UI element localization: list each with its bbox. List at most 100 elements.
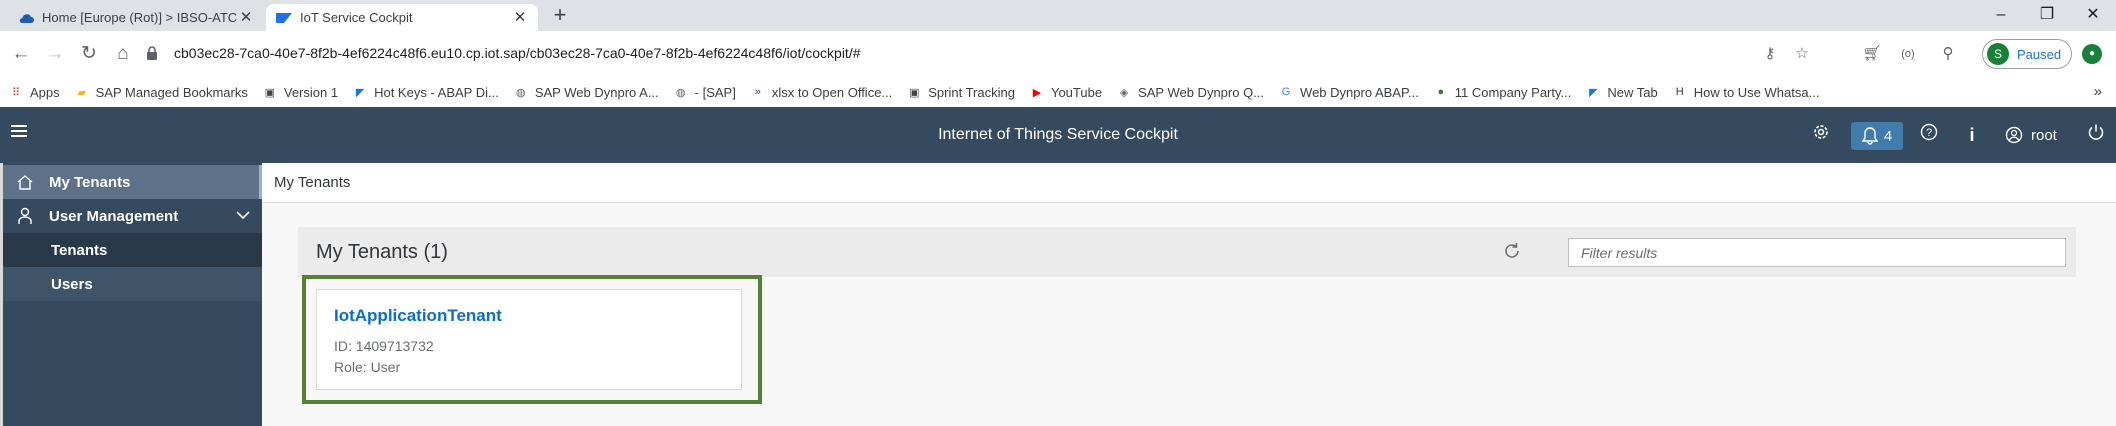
bookmark-item[interactable]: G Web Dynpro ABAP... (1278, 84, 1419, 100)
more-bookmarks-button[interactable]: » (2094, 77, 2102, 107)
profile-status: Paused (2017, 46, 2062, 62)
slide-icon: ▣ (264, 86, 276, 99)
sap-icon: ◤ (355, 86, 365, 99)
profile-button[interactable]: S Paused (1982, 39, 2072, 69)
sidebar-item-users[interactable]: Users (3, 267, 262, 301)
sidebar-item-tenants[interactable]: Tenants (3, 233, 262, 267)
svg-text:?: ? (1926, 127, 1932, 139)
bell-icon (1861, 127, 1878, 145)
bookmark-item[interactable]: ● 11 Company Party... (1433, 84, 1572, 100)
bookmark-label: SAP Managed Bookmarks (95, 84, 248, 100)
folder-icon: ▰ (77, 86, 86, 99)
star-icon[interactable]: ☆ (1790, 41, 1814, 67)
badge-icon: ● (1437, 86, 1445, 98)
extension-icon[interactable]: (o) (1896, 41, 1920, 67)
tenant-name-link[interactable]: IotApplicationTenant (334, 306, 502, 326)
page-title: My Tenants (1) (316, 241, 448, 263)
bookmark-item[interactable]: ▣ Sprint Tracking (906, 84, 1015, 100)
home-icon (15, 174, 35, 190)
help-icon[interactable]: ? (1917, 123, 1941, 147)
refresh-icon[interactable] (1502, 241, 1524, 263)
hamburger-menu-icon[interactable] (10, 121, 34, 145)
bookmark-item[interactable]: ⠿ Apps (8, 84, 60, 100)
info-icon[interactable]: i (1962, 123, 1982, 147)
browser-tab-strip: Home [Europe (Rot)] > IBSO-ATC ✕ IoT Ser… (0, 0, 2116, 31)
breadcrumb-bar: My Tenants (262, 163, 2116, 203)
window-close-icon[interactable]: ✕ (2070, 2, 2116, 28)
bookmark-item[interactable]: ◍ SAP Web Dynpro A... (513, 84, 659, 100)
avatar: S (1987, 43, 2009, 65)
bookmark-item[interactable]: H How to Use Whatsa... (1672, 84, 1820, 100)
sap-icon (276, 10, 292, 26)
app-title: Internet of Things Service Cockpit (938, 126, 1178, 143)
bookmarks-bar: ⠿ Apps ▰ SAP Managed Bookmarks ▣ Version 1 ◤ Ho… (0, 77, 2116, 107)
bookmark-label: New Tab (1607, 84, 1658, 100)
bookmark-item[interactable]: » xlsx to Open Office... (750, 84, 892, 100)
bookmark-item[interactable]: ◈ SAP Web Dynpro Q... (1116, 84, 1264, 100)
cloud-icon (18, 10, 34, 26)
apps-grid-icon: ⠿ (11, 86, 21, 99)
user-name: root (2031, 126, 2057, 144)
home-page-icon[interactable]: ⌂ (110, 41, 136, 67)
new-tab-button[interactable]: + (548, 4, 572, 28)
tenants-panel-header: My Tenants (1) (298, 227, 2076, 277)
notifications-button[interactable]: 4 (1851, 122, 1903, 150)
diamond-icon: ◈ (1119, 86, 1129, 99)
bookmark-label: - [SAP] (694, 84, 736, 100)
close-icon[interactable]: ✕ (238, 9, 254, 26)
bookmark-item[interactable]: ◍ - [SAP] (673, 84, 736, 100)
power-icon[interactable] (2085, 123, 2107, 147)
notification-count: 4 (1883, 127, 1893, 145)
browser-tab-iot-cockpit[interactable]: IoT Service Cockpit ✕ (266, 4, 538, 31)
sidebar-item-label: User Management (49, 207, 179, 225)
person-icon (15, 207, 35, 225)
url-text: cb03ec28-7ca0-40e7-8f2b-4ef6224c48f6.eu1… (174, 45, 861, 61)
shell-bar: Internet of Things Service Cockpit 4 ? i… (0, 107, 2116, 163)
browser-tab-title: Home [Europe (Rot)] > IBSO-ATC (42, 10, 238, 25)
bookmark-label: How to Use Whatsa... (1693, 84, 1820, 100)
back-arrow-icon[interactable]: ← (8, 41, 34, 67)
bookmark-label: YouTube (1050, 84, 1103, 100)
browser-tab-title: IoT Service Cockpit (300, 10, 413, 25)
youtube-icon: ▶ (1032, 86, 1042, 99)
sidebar-item-user-management[interactable]: User Management (3, 199, 262, 233)
slide-icon: ▣ (909, 86, 920, 99)
forward-arrow-icon[interactable]: → (42, 41, 68, 67)
browser-tab-home[interactable]: Home [Europe (Rot)] > IBSO-ATC ✕ (8, 4, 264, 31)
bookmark-item[interactable]: ◤ Hot Keys - ABAP Di... (352, 84, 499, 100)
sidebar-item-label: My Tenants (49, 173, 131, 191)
pin-icon[interactable]: ⚲ (1936, 41, 1960, 67)
google-icon: G (1281, 86, 1291, 98)
user-menu[interactable]: root (2005, 123, 2057, 147)
bookmark-label: 11 Company Party... (1454, 84, 1572, 100)
tenant-role: Role: User (334, 359, 401, 375)
close-icon[interactable]: ✕ (512, 9, 528, 26)
bookmark-label: Sprint Tracking (928, 84, 1015, 100)
minimize-icon[interactable]: – (1978, 2, 2024, 28)
bookmark-item[interactable]: ▣ Version 1 (262, 84, 338, 100)
cart-icon[interactable]: 🛒︎ (1860, 41, 1884, 67)
htc-icon: H (1675, 86, 1684, 98)
browser-toolbar: ← → ↻ ⌂ cb03ec28-7ca0-40e7-8f2b-4ef6224c… (0, 31, 2116, 77)
bookmark-label: Hot Keys - ABAP Di... (374, 84, 499, 100)
user-avatar-icon (2005, 126, 2023, 144)
lock-icon (146, 46, 164, 60)
sidebar-item-label: Tenants (51, 241, 108, 259)
main-content: My Tenants My Tenants (1) IotApplication… (262, 163, 2116, 426)
bookmark-item[interactable]: ◤ New Tab (1585, 84, 1658, 100)
settings-gear-icon[interactable] (1809, 123, 1833, 147)
bookmark-label: xlsx to Open Office... (771, 84, 893, 100)
restore-icon[interactable]: ❐ (2024, 2, 2070, 28)
bookmark-label: SAP Web Dynpro Q... (1138, 84, 1265, 100)
tenant-tile[interactable]: IotApplicationTenant ID: 1409713732 Role… (316, 289, 742, 390)
reload-icon[interactable]: ↻ (76, 41, 102, 67)
filter-input[interactable] (1568, 238, 2066, 267)
key-icon[interactable]: ⚷ (1758, 41, 1782, 67)
bookmark-label: SAP Web Dynpro A... (534, 84, 659, 100)
address-bar[interactable]: cb03ec28-7ca0-40e7-8f2b-4ef6224c48f6.eu1… (146, 38, 1746, 68)
extension-badge-icon[interactable]: ● (2082, 44, 2102, 64)
bookmark-item[interactable]: ▶ YouTube (1029, 84, 1102, 100)
chevron-down-icon[interactable] (236, 207, 250, 224)
sidebar-item-my-tenants[interactable]: My Tenants (3, 165, 262, 199)
bookmark-item[interactable]: ▰ SAP Managed Bookmarks (74, 84, 248, 100)
